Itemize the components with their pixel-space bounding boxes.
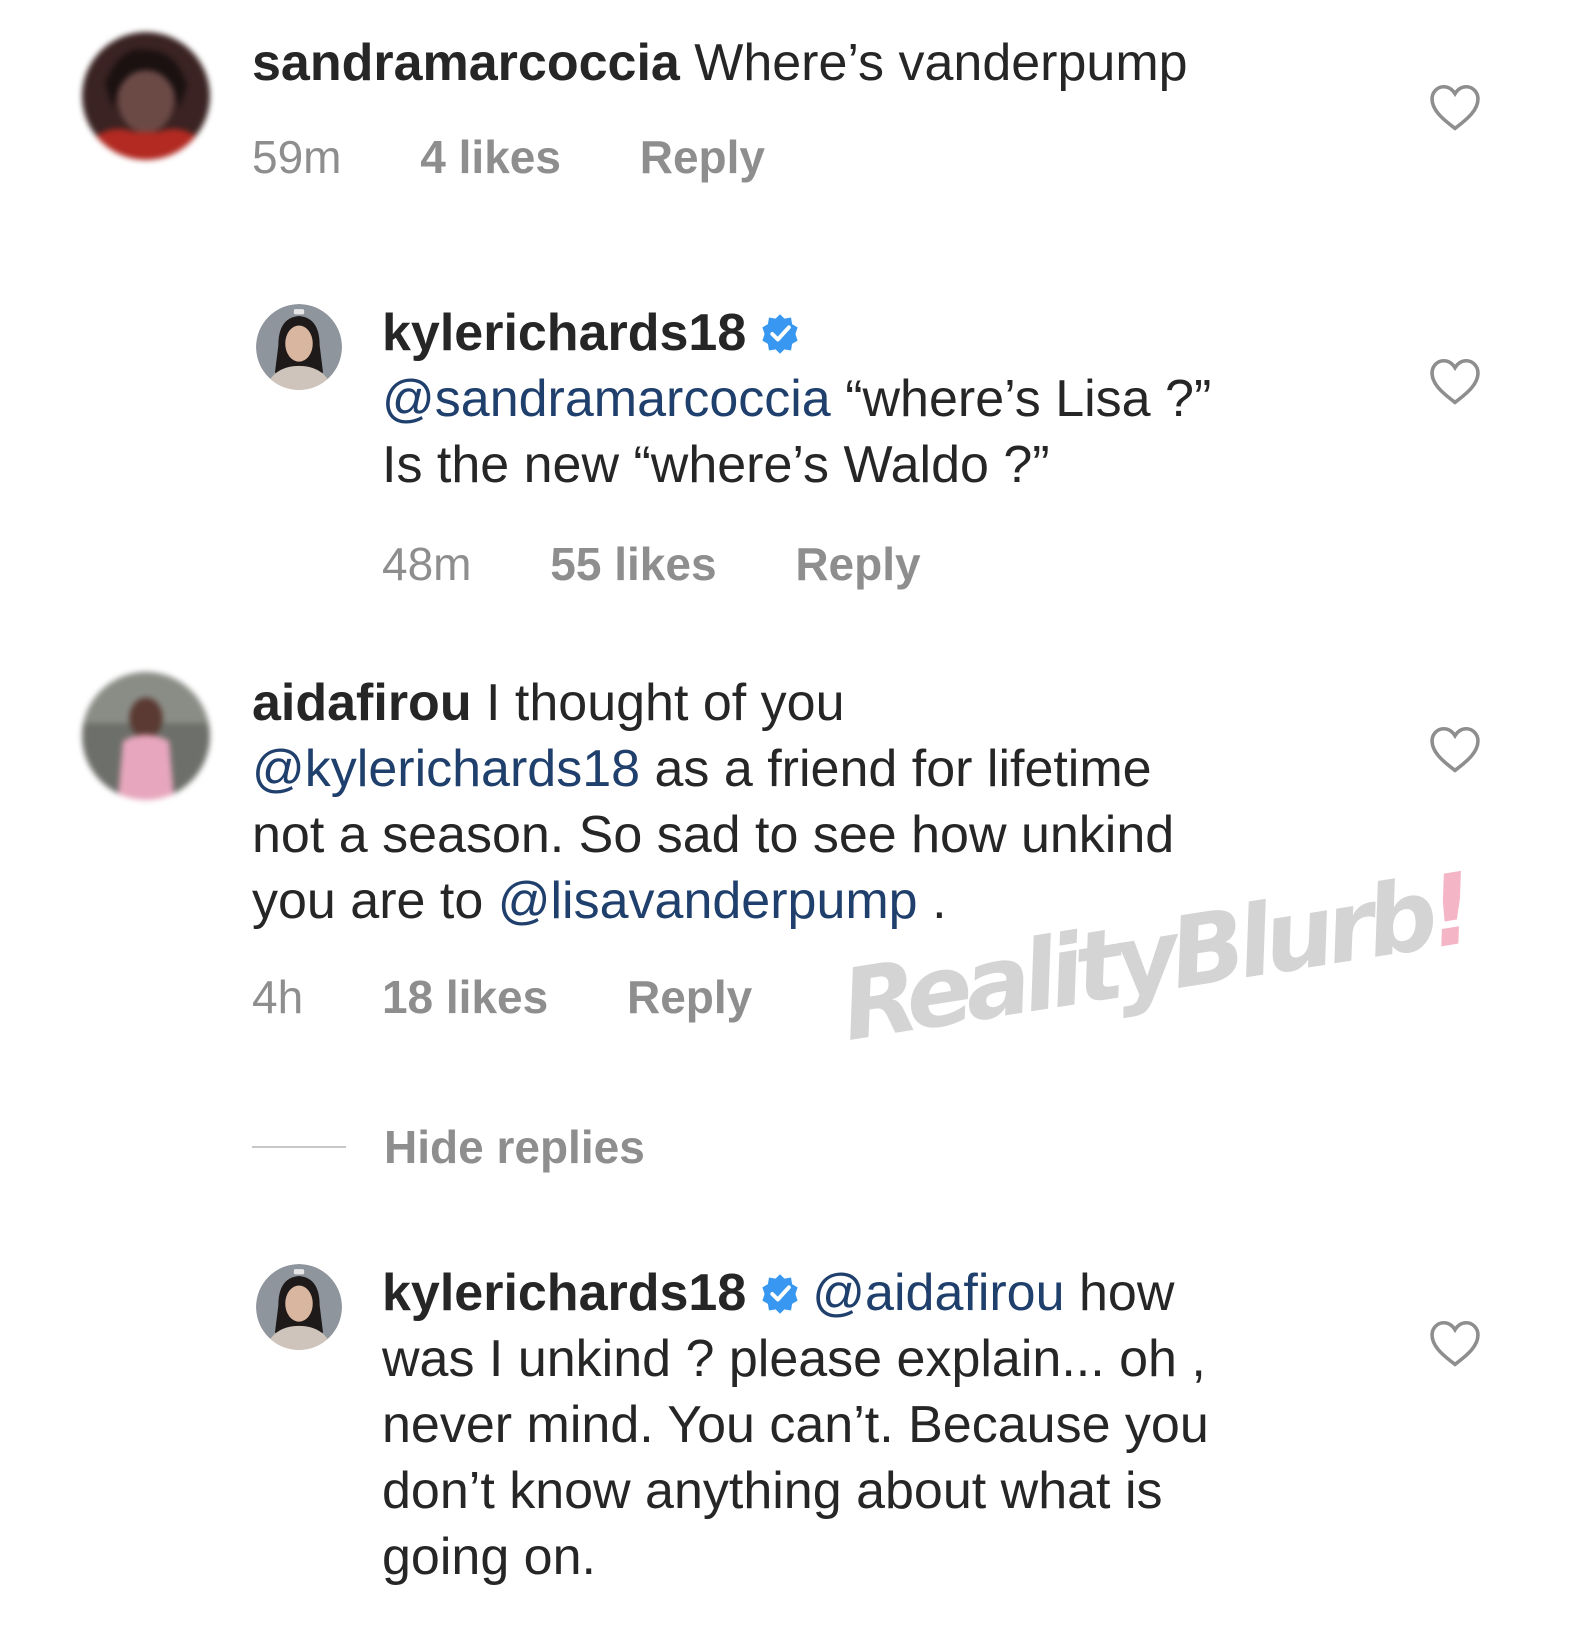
heart-outline-icon[interactable] [1428,724,1482,774]
comment-body: I thought of you [486,674,845,732]
reply-button[interactable]: Reply [795,538,920,590]
comment-time: 48m [382,538,472,590]
comment-username[interactable]: aidafirou [252,674,472,732]
comment-meta: 4h 18 likes Reply [252,970,818,1024]
comment-body: Where’s vanderpump [694,34,1188,92]
comment-username[interactable]: kylerichards18 [382,304,746,362]
comment-text: kylerichards18 @sandramarcoccia “where’s… [382,300,1211,498]
avatar[interactable] [82,672,210,800]
comment-body: as a friend for lifetime [654,740,1152,798]
comment-likes[interactable]: 55 likes [550,538,716,590]
comment-body: was I unkind ? please explain... oh , [382,1330,1206,1388]
comment-username[interactable]: kylerichards18 [382,1264,746,1322]
comment-body: how [1078,1264,1175,1322]
comment-body: not a season. So sad to see how unkind [252,806,1175,864]
reply-button[interactable]: Reply [627,971,752,1023]
comment-text: kylerichards18 @aidafirou how was I unkin… [382,1260,1209,1590]
hide-replies-button[interactable]: Hide replies [252,1120,645,1174]
comment-likes[interactable]: 4 likes [420,131,561,183]
comment-body: . [932,872,947,930]
heart-outline-icon[interactable] [1428,356,1482,406]
comment-body: you are to [252,872,484,930]
mention-link[interactable]: @kylerichards18 [252,740,640,798]
avatar[interactable] [256,304,342,390]
comment-text: aidafirou I thought of you @kylerichards… [252,670,1174,934]
hide-replies-label: Hide replies [384,1121,645,1173]
avatar-image [82,32,210,160]
avatar-image [256,304,342,390]
avatar[interactable] [256,1264,342,1350]
comments-screen: sandramarcoccia Where’s vanderpump 59m 4… [0,0,1594,1632]
verified-badge-icon [758,312,802,356]
comment-body: never mind. You can’t. Because you [382,1396,1209,1454]
comment-likes[interactable]: 18 likes [382,971,548,1023]
verified-badge-icon [758,1272,802,1316]
divider-line [252,1146,346,1148]
comment-meta: 48m 55 likes Reply [382,537,987,591]
mention-link[interactable]: @sandramarcoccia [382,370,831,428]
heart-outline-icon[interactable] [1428,1318,1482,1368]
comment-meta: 59m 4 likes Reply [252,130,831,184]
comment-time: 4h [252,971,304,1023]
comment-body: don’t know anything about what is [382,1462,1163,1520]
comment-text: sandramarcoccia Where’s vanderpump [252,30,1188,96]
comment-body: “where’s Lisa ?” [845,370,1212,428]
comment-time: 59m [252,131,342,183]
mention-link[interactable]: @lisavanderpump [498,872,918,930]
comment-body: Is the new “where’s Waldo ?” [382,436,1050,494]
avatar-image [256,1264,342,1350]
reply-button[interactable]: Reply [640,131,765,183]
avatar-image [82,672,210,800]
avatar[interactable] [82,32,210,160]
comment-username[interactable]: sandramarcoccia [252,34,680,92]
heart-outline-icon[interactable] [1428,82,1482,132]
comment-body: going on. [382,1528,596,1586]
mention-link[interactable]: @aidafirou [812,1264,1064,1322]
